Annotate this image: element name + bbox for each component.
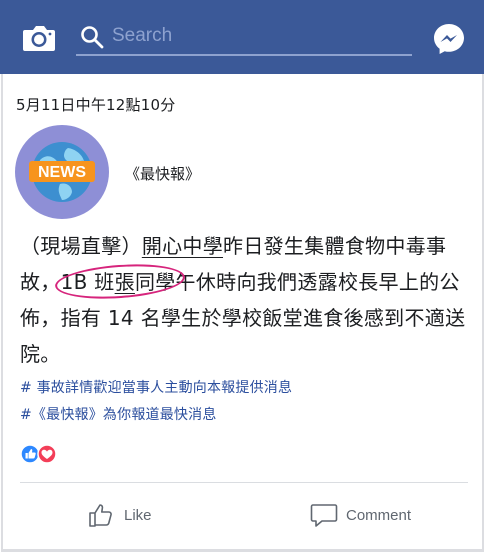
post-timestamp[interactable]: 5月11日中午12點10分	[16, 94, 175, 115]
body-part-1: （現場直擊）	[20, 234, 142, 258]
comment-bubble-icon	[310, 504, 338, 527]
student-surname: 張	[114, 270, 135, 294]
school-name: 開心中學	[141, 234, 224, 258]
action-divider	[20, 482, 468, 483]
avatar-badge-text: NEWS	[38, 164, 86, 181]
class-name: 1B 班	[60, 270, 115, 294]
circled-annotation: 1B 班張同學	[53, 260, 186, 303]
news-avatar[interactable]: NEWS	[14, 124, 110, 220]
facebook-post-screen: Search 5月11日中午12點10分 NEWS 《最快報》 （現場直擊）開心…	[0, 0, 491, 559]
student-label: 同學	[134, 270, 176, 294]
search-input[interactable]: Search	[76, 22, 412, 56]
search-placeholder: Search	[112, 25, 173, 46]
like-reaction-icon	[20, 444, 40, 464]
hashtag-link[interactable]: # 事故詳情歡迎當事人主動向本報提供消息	[20, 377, 292, 397]
like-button[interactable]: Like	[88, 500, 152, 530]
hashtag-link[interactable]: #《最快報》為你報道最快消息	[20, 404, 217, 424]
page-name[interactable]: 《最快報》	[125, 163, 200, 184]
comment-label: Comment	[346, 506, 412, 524]
love-reaction-icon	[37, 444, 57, 464]
search-icon	[81, 26, 104, 49]
post-body: （現場直擊）開心中學昨日發生集體食物中毒事故， 1B 班張同學午休時向我們透露校長…	[20, 228, 472, 372]
like-label: Like	[124, 506, 152, 524]
top-app-bar: Search	[0, 0, 484, 74]
camera-icon[interactable]	[22, 23, 56, 53]
thumbs-up-icon	[89, 504, 112, 527]
messenger-icon[interactable]	[432, 22, 466, 56]
reactions-summary[interactable]	[20, 444, 64, 464]
comment-button[interactable]: Comment	[310, 500, 411, 530]
